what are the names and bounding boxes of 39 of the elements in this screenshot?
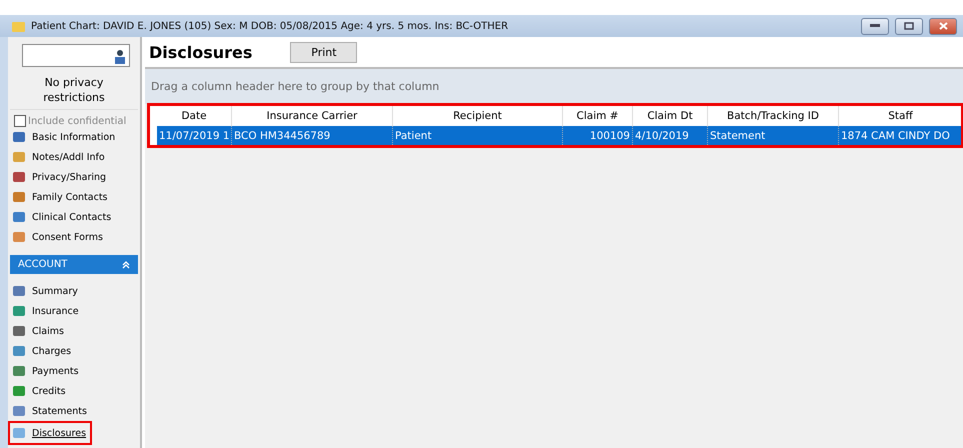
table-cell: 11/07/2019 1: [157, 126, 232, 145]
account-section-header[interactable]: ACCOUNT: [10, 255, 138, 274]
search-field[interactable]: [22, 44, 130, 67]
sidebar-item[interactable]: Statements: [10, 401, 138, 421]
sidebar-item[interactable]: Notes/Addl Info: [10, 147, 138, 167]
maximize-icon: [904, 22, 914, 30]
sidebar-item[interactable]: Consent Forms: [10, 227, 138, 247]
sidebar-item[interactable]: Privacy/Sharing: [10, 167, 138, 187]
chevron-icon: [122, 260, 130, 268]
section-title: ACCOUNT: [18, 259, 68, 270]
sidebar-item[interactable]: Basic Information: [10, 127, 138, 147]
checkbox[interactable]: [14, 115, 26, 127]
sidebar-item[interactable]: Clinical Contacts: [10, 207, 138, 227]
table-cell: Statement: [708, 126, 839, 145]
maximize-button[interactable]: [895, 18, 923, 34]
minimize-icon: [870, 24, 880, 28]
table-cell: 100109: [563, 126, 633, 145]
privacy-note: No privacy restrictions: [10, 75, 138, 110]
close-icon: [938, 22, 948, 30]
sidebar-item[interactable]: Charges: [10, 341, 138, 361]
sidebar-item[interactable]: Credits: [10, 381, 138, 401]
sidebar-item[interactable]: Family Contacts: [10, 187, 138, 207]
page-title: Disclosures: [149, 42, 252, 62]
table-cell: 1874 CAM CINDY DO: [839, 126, 963, 145]
sidebar-item[interactable]: Claims: [10, 321, 138, 341]
folder-icon: [12, 20, 25, 32]
sidebar-item[interactable]: Insurance: [10, 301, 138, 321]
sidebar-item[interactable]: Summary: [10, 281, 138, 301]
table-cell: Patient: [393, 126, 563, 145]
group-hint: Drag a column header here to group by that column: [145, 69, 963, 104]
sidebar-item[interactable]: Disclosures: [8, 421, 92, 445]
table-cell: 4/10/2019: [633, 126, 708, 145]
close-button[interactable]: [929, 18, 957, 34]
table-cell: BCO HM34456789: [232, 126, 393, 145]
minimize-button[interactable]: [861, 18, 889, 34]
print-button[interactable]: Print: [290, 42, 358, 62]
sidebar-item[interactable]: Payments: [10, 361, 138, 381]
window-title: Patient Chart: DAVID E. JONES (105) Sex: M DOB: 05/08/2015 Age: 4 yrs. 5 mos. Ins: BC-OTHER: [31, 20, 510, 32]
table-row[interactable]: 11/07/2019 1 BCO HM34456789 Patient 100109 4/10/2019 Statement 1874 CAM CINDY DO: [157, 126, 963, 145]
